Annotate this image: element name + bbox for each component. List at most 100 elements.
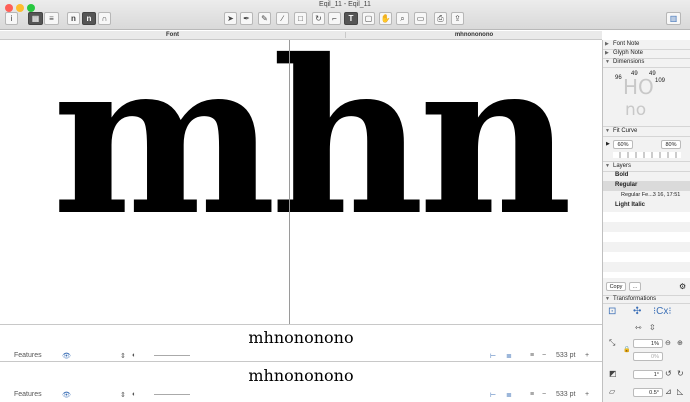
rotate-tool-icon[interactable]: ↻ [312, 12, 325, 25]
info-button[interactable]: i [5, 12, 18, 25]
scale-down-icon[interactable]: ⊖ [665, 339, 671, 347]
inspector-sidebar: Font Note Glyph Note Dimensions 96 49 49… [602, 40, 690, 402]
fit-curve-header[interactable]: Fit Curve [603, 128, 690, 137]
flip-vertical-icon[interactable]: ⇳ [649, 323, 656, 332]
scale-field-2[interactable]: 0% [633, 352, 663, 361]
origin-icon[interactable]: ✣ [633, 306, 641, 317]
features-dropdown[interactable]: Features [14, 352, 42, 359]
slant-field[interactable]: 0.5° [633, 388, 663, 397]
dimensions-header[interactable]: Dimensions [603, 59, 690, 68]
slant-left-icon[interactable]: ⊿ [665, 387, 672, 396]
window-title: Eqil_11 - Eqil_11 [319, 1, 371, 8]
text-mode-n-filled-button[interactable]: n [82, 12, 96, 25]
scale-field[interactable]: 1% [633, 339, 663, 348]
title-bar: Eqil_11 - Eqil_11 i ▦ ≡ n n ∩ ➤ ✒ ✎ ∕ □ … [0, 0, 690, 30]
preview-panel-2: mhnononono [0, 362, 602, 388]
transformations-header[interactable]: Transformations [603, 295, 690, 304]
rotate-ccw-icon[interactable]: ↺ [665, 369, 672, 378]
preview-bar-1: Features 👁 ⇕ ◐ ⊢ ≣ ≡ − 533 pt + [0, 350, 602, 362]
align-right-icon[interactable]: ≡ [530, 352, 534, 359]
dim-value-left[interactable]: 96 [615, 75, 622, 81]
rectangle-tool-icon[interactable]: □ [294, 12, 307, 25]
layer-regular-backup[interactable]: Regular Fe...3 16, 17:51 [603, 191, 690, 201]
preview-panel-1: mhnononono [0, 324, 602, 350]
glyph-note-header[interactable]: Glyph Note [603, 50, 690, 59]
plus-button[interactable]: + [585, 391, 589, 398]
slant-icon[interactable]: ▱ [609, 387, 615, 396]
more-button[interactable]: … [629, 282, 641, 291]
preview-bar-2: Features 👁 ⇕ ◐ ⊢ ≣ ≡ − 533 pt + [0, 389, 602, 401]
align-center-icon[interactable]: ≣ [506, 391, 512, 399]
scale-up-icon[interactable]: ⊕ [677, 339, 683, 347]
minus-button[interactable]: − [542, 352, 546, 359]
layer-regular[interactable]: Regular [603, 181, 690, 191]
fit-left-field[interactable]: 60% [613, 140, 633, 149]
text-mode-n-button[interactable]: n [67, 12, 80, 25]
pencil-tool-icon[interactable]: ✎ [258, 12, 271, 25]
bounding-box-icon[interactable]: ⊡ [608, 306, 616, 317]
dim-value-right[interactable]: 109 [655, 78, 665, 84]
layers-list-area [603, 212, 690, 278]
size-value-2: 533 pt [556, 391, 576, 398]
preview-text-2: mhnononono [248, 366, 354, 385]
color-icon[interactable]: ◐ [132, 391, 136, 398]
rotate-cw-icon[interactable]: ↻ [677, 369, 684, 378]
zoom-tool-icon[interactable]: ⌕ [396, 12, 409, 25]
fit-right-field[interactable]: 80% [661, 140, 681, 149]
edit-canvas[interactable]: mhn [0, 40, 602, 324]
size-stepper-icon[interactable]: ⇕ [120, 391, 126, 399]
align-cx-icon[interactable]: ⁝Cx⁝ [653, 306, 672, 317]
tab-mhnononono[interactable]: mhnononono [345, 32, 602, 38]
lock-icon[interactable]: 🔒 [623, 346, 630, 353]
align-left-icon[interactable]: ⊢ [490, 352, 496, 360]
brush-tool-icon[interactable]: ∕ [276, 12, 289, 25]
dim-letters-ho: HO [623, 75, 654, 99]
fit-curve-panel: ▶ 60% 80% [603, 138, 690, 162]
pen-tool-icon[interactable]: ✒ [240, 12, 253, 25]
copy-button[interactable]: Copy [606, 282, 626, 291]
slider-track[interactable] [154, 394, 190, 395]
dimensions-panel: 96 49 49 109 HO no [603, 69, 690, 127]
preview-text-1: mhnononono [248, 328, 354, 347]
color-icon[interactable]: ◐ [132, 352, 136, 359]
font-note-header[interactable]: Font Note [603, 41, 690, 50]
slant-right-icon[interactable]: ◺ [677, 387, 683, 396]
rotate-icon[interactable]: ◩ [609, 369, 617, 378]
grid-view-button[interactable]: ▦ [28, 12, 43, 25]
knife-tool-icon[interactable]: ⌐ [328, 12, 341, 25]
align-right-icon[interactable]: ≡ [530, 391, 534, 398]
size-stepper-icon[interactable]: ⇕ [120, 352, 126, 360]
slider-track[interactable] [154, 355, 190, 356]
hand-tool-icon[interactable]: ✋ [379, 12, 392, 25]
minus-button[interactable]: − [542, 391, 546, 398]
size-value: 533 pt [556, 352, 576, 359]
rotate-field[interactable]: 1° [633, 370, 663, 379]
text-mode-n-outline-button[interactable]: ∩ [98, 12, 111, 25]
features-dropdown-2[interactable]: Features [14, 391, 42, 398]
glyph-outlines[interactable]: mhn [52, 40, 573, 244]
eye-icon[interactable]: 👁 [62, 391, 71, 399]
fit-presets[interactable] [613, 152, 681, 158]
print-tool-icon[interactable]: ⎙ [434, 12, 447, 25]
text-tool-icon[interactable]: T [344, 12, 358, 25]
export-tool-icon[interactable]: ⇪ [451, 12, 464, 25]
gear-icon[interactable]: ⚙ [679, 282, 686, 291]
eye-icon[interactable]: 👁 [62, 352, 71, 360]
annotation-tool-icon[interactable]: ▢ [362, 12, 375, 25]
list-view-button[interactable]: ≡ [44, 12, 59, 25]
sidebar-toggle-icon[interactable]: ▥ [666, 12, 681, 25]
tab-bar: Font mhnononono [0, 31, 602, 40]
plus-button[interactable]: + [585, 352, 589, 359]
layer-bold[interactable]: Bold [603, 171, 690, 181]
flip-horizontal-icon[interactable]: ⇿ [635, 323, 642, 332]
align-center-icon[interactable]: ≣ [506, 352, 512, 360]
layer-light-italic[interactable]: Light Italic [603, 201, 690, 211]
select-tool-icon[interactable]: ➤ [224, 12, 237, 25]
scale-icon[interactable]: ⤡ [609, 338, 615, 348]
align-left-icon[interactable]: ⊢ [490, 391, 496, 399]
metrics-line [289, 40, 290, 324]
measure-tool-icon[interactable]: ▭ [414, 12, 427, 25]
tab-font[interactable]: Font [0, 32, 345, 38]
play-icon[interactable]: ▶ [606, 141, 610, 147]
app-window: Eqil_11 - Eqil_11 i ▦ ≡ n n ∩ ➤ ✒ ✎ ∕ □ … [0, 0, 690, 402]
